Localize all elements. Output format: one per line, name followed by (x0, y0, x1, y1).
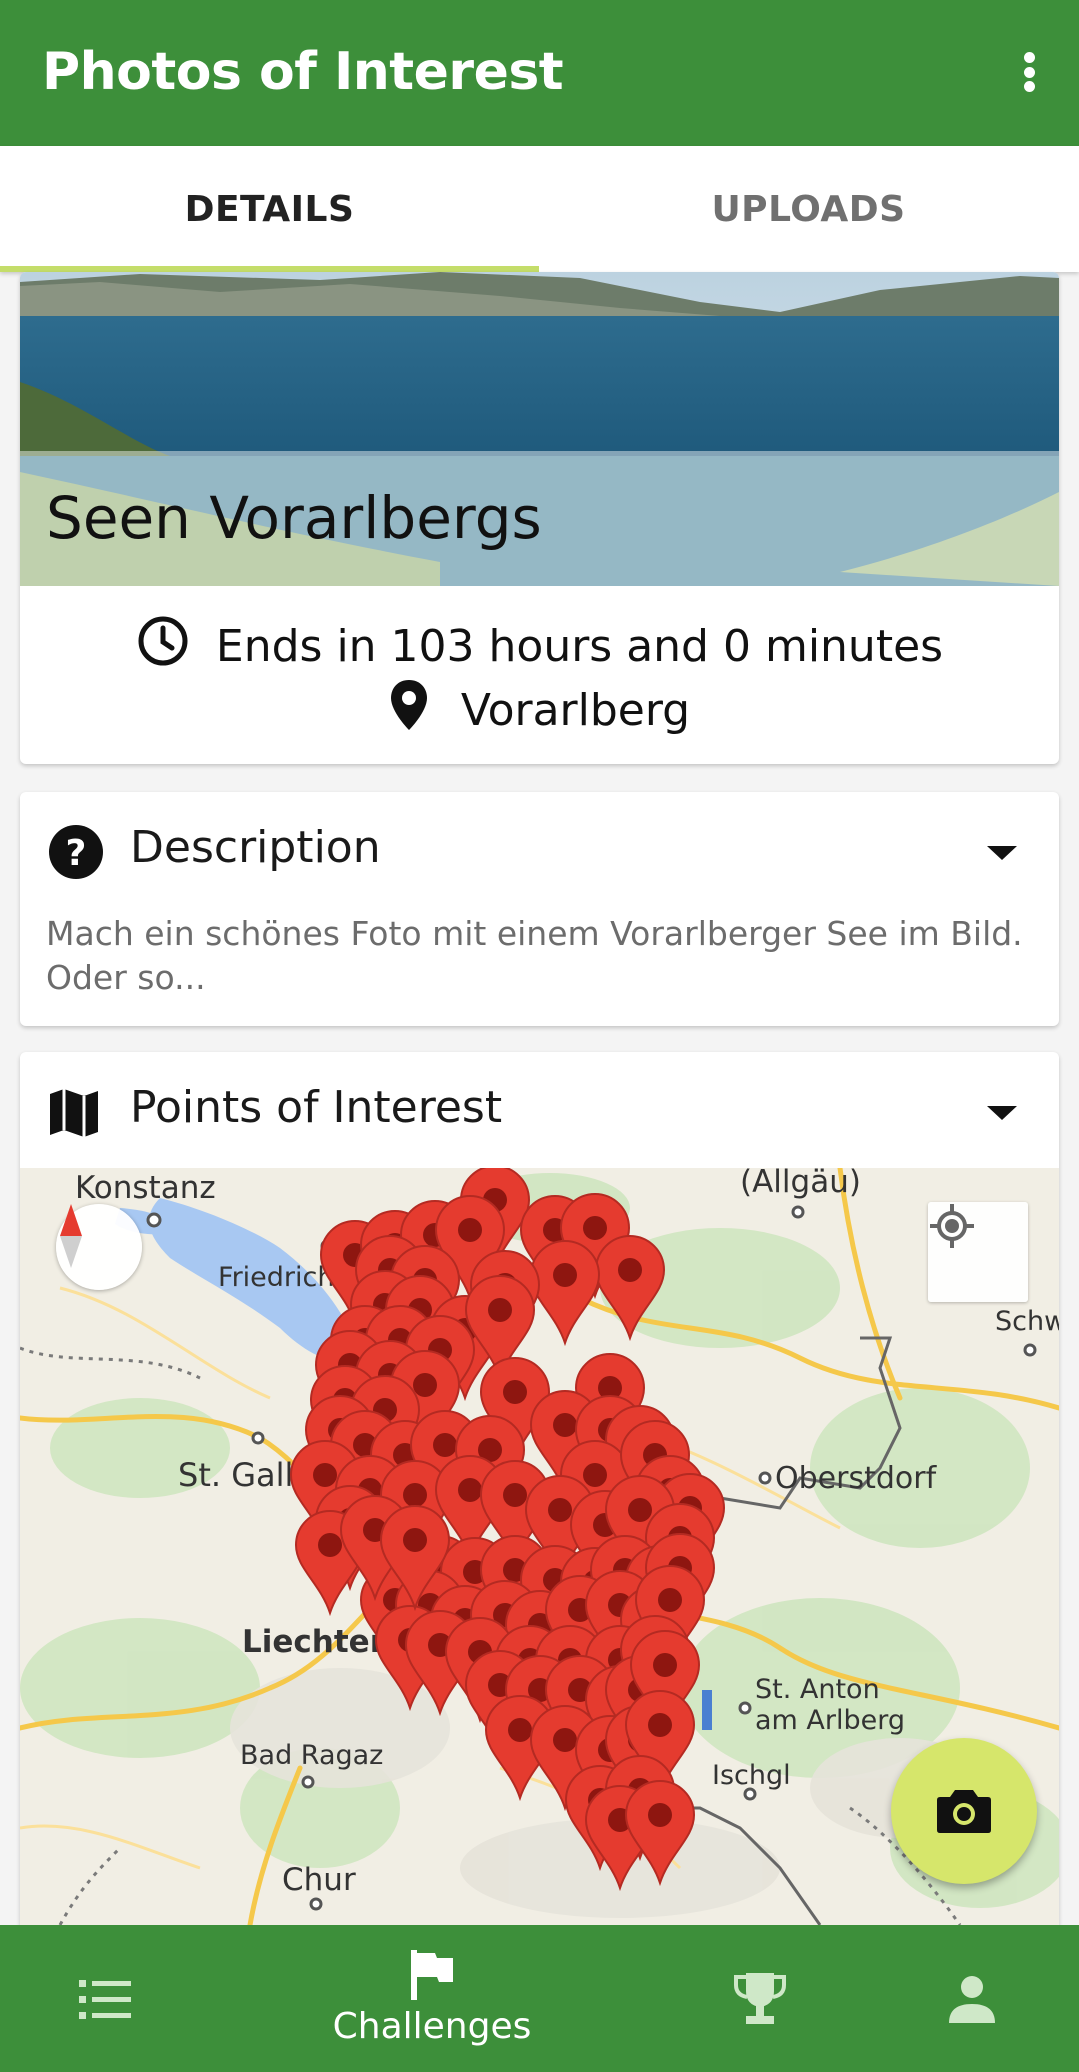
nav-label-challenges: Challenges (332, 2006, 532, 2047)
app-title: Photos of Interest (42, 42, 564, 102)
description-header[interactable]: ? Description (20, 792, 1059, 910)
map-label-schwang: Schwang (995, 1306, 1059, 1337)
map-label-am-arlberg: am Arlberg (755, 1705, 905, 1736)
location-pin-icon (389, 678, 429, 743)
more-vert-icon[interactable] (1009, 46, 1049, 98)
nav-item-profile[interactable] (922, 1925, 1022, 2072)
chevron-down-icon[interactable] (987, 846, 1017, 860)
compass-icon[interactable] (56, 1204, 142, 1290)
description-text: Mach ein schönes Foto mit einem Vorarlbe… (46, 914, 1023, 997)
map-label-allgaeu: (Allgäu) (740, 1168, 861, 1200)
person-icon (949, 1975, 995, 2023)
my-location-button[interactable] (928, 1202, 1028, 1302)
location-text: Vorarlberg (460, 684, 691, 736)
tab-bar: DETAILS UPLOADS (0, 146, 1079, 272)
flag-icon (411, 1950, 453, 2000)
description-card[interactable]: ? Description Mach ein schönes Foto mit … (20, 792, 1059, 1026)
nav-item-leaderboard[interactable] (710, 1925, 810, 2072)
map-label-st-anton: St. Anton (755, 1674, 880, 1705)
end-time-text: Ends in 103 hours and 0 minutes (215, 620, 944, 672)
map-label-bad-ragaz: Bad Ragaz (240, 1740, 383, 1771)
poi-heading: Points of Interest (130, 1082, 503, 1133)
bottom-navigation: Challenges (0, 1925, 1079, 2072)
map-label-oberstdorf: Oberstdorf (775, 1461, 938, 1496)
end-time-row: Ends in 103 hours and 0 minutes (20, 616, 1059, 676)
chevron-down-icon[interactable] (987, 1106, 1017, 1120)
description-heading: Description (130, 822, 381, 873)
list-icon (79, 1979, 131, 2019)
svg-text:?: ? (66, 833, 87, 874)
map-label-ischgl: Ischgl (712, 1760, 791, 1791)
location-row: Vorarlberg (20, 678, 1059, 743)
map-label-konstanz: Konstanz (75, 1170, 216, 1206)
challenge-image: Seen Vorarlbergs (20, 272, 1059, 586)
tab-uploads[interactable]: UPLOADS (539, 146, 1078, 272)
clock-icon (136, 614, 190, 679)
my-location-icon (930, 1204, 974, 1248)
poi-header[interactable]: Points of Interest (20, 1052, 1059, 1170)
tab-details[interactable]: DETAILS (0, 146, 539, 272)
app-bar: Photos of Interest (0, 0, 1079, 146)
challenge-card: Seen Vorarlbergs Ends in 103 hours and 0… (20, 272, 1059, 764)
map-icon (48, 1088, 100, 1142)
map-label-chur: Chur (282, 1862, 356, 1898)
help-circle-icon: ? (48, 824, 104, 884)
camera-icon (937, 1790, 991, 1833)
camera-button[interactable] (891, 1738, 1037, 1884)
challenge-title: Seen Vorarlbergs (46, 484, 542, 552)
trophy-icon (734, 1972, 786, 2024)
nav-item-challenges[interactable]: Challenges (312, 1925, 552, 2072)
nav-item-list[interactable] (50, 1925, 160, 2072)
